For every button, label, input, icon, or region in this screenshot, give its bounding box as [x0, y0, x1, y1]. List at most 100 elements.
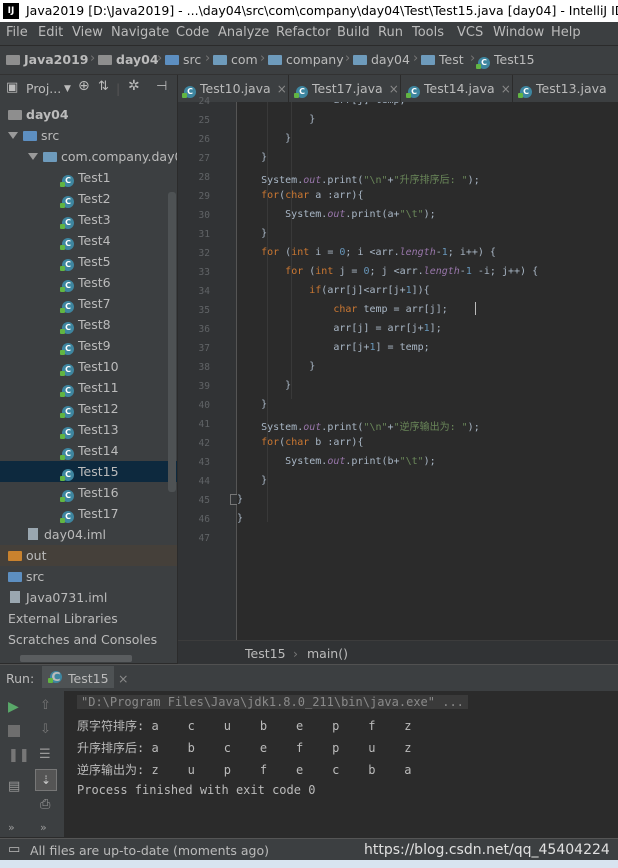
class-icon: C — [60, 259, 74, 271]
vertical-scrollbar[interactable] — [168, 192, 176, 492]
menu-vcs[interactable]: VCS — [457, 25, 483, 40]
tree-item-package[interactable]: com.company.day04 — [0, 146, 177, 167]
tree-item-class[interactable]: C Test11 — [0, 377, 177, 398]
nav-crumb-class[interactable]: C Test15 — [476, 52, 535, 69]
menu-code[interactable]: Code — [176, 25, 209, 40]
pause-icon[interactable]: ❚❚ — [8, 748, 30, 763]
tree-item-class[interactable]: C Test10 — [0, 356, 177, 377]
more-icon[interactable]: » — [8, 821, 22, 835]
nav-crumb-company[interactable]: company — [268, 52, 344, 67]
close-icon[interactable]: × — [389, 82, 399, 96]
tree-item-class[interactable]: C Test9 — [0, 335, 177, 356]
os-taskbar — [0, 860, 618, 868]
horizontal-scrollbar[interactable] — [20, 655, 132, 662]
code-line: } — [237, 380, 292, 391]
close-icon[interactable]: × — [277, 82, 287, 96]
tree-item-class[interactable]: C Test1 — [0, 167, 177, 188]
tree-item-external-libraries[interactable]: External Libraries — [0, 608, 177, 629]
rerun-icon[interactable]: ▶ — [8, 699, 22, 715]
menu-navigate[interactable]: Navigate — [111, 25, 169, 40]
code-line: } — [237, 475, 268, 486]
module-folder-icon — [8, 110, 22, 120]
nav-crumb-src[interactable]: src — [165, 52, 201, 67]
stop-icon[interactable] — [8, 725, 20, 737]
tree-item-class[interactable]: C Test2 — [0, 188, 177, 209]
tab-test17[interactable]: C Test17.java × — [290, 75, 401, 102]
tree-item-class[interactable]: C Test7 — [0, 293, 177, 314]
code-line: System.out.print("\n"+"逆序输出为: "); — [237, 422, 480, 433]
gear-icon[interactable]: ✲ — [128, 78, 140, 94]
menu-build[interactable]: Build — [337, 25, 370, 40]
tree-item-src[interactable]: src — [0, 125, 177, 146]
hide-panel-icon[interactable]: ⊣ — [156, 79, 167, 94]
code-line: } — [237, 399, 268, 410]
tree-item-src-root[interactable]: src — [0, 566, 177, 587]
nav-crumb-project[interactable]: Java2019 — [6, 52, 88, 67]
menu-refactor[interactable]: Refactor — [276, 25, 331, 40]
toggle-tool-windows-icon[interactable]: ▭ — [8, 842, 20, 857]
project-view-selector[interactable]: Proj... — [26, 81, 61, 96]
console-output[interactable]: "D:\Program Files\Java\jdk1.8.0_211\bin\… — [64, 691, 618, 837]
code-line: } — [237, 133, 292, 144]
tree-item-class-selected[interactable]: C Test15 — [0, 461, 177, 482]
nav-crumb-module[interactable]: day04 — [98, 52, 159, 67]
menu-tools[interactable]: Tools — [412, 25, 444, 40]
chevron-down-icon[interactable]: ▼ — [64, 84, 71, 94]
chevron-down-icon[interactable] — [28, 153, 38, 160]
tree-item-day04[interactable]: day04 — [0, 104, 177, 125]
menu-window[interactable]: Window — [493, 25, 544, 40]
menu-help[interactable]: Help — [551, 25, 581, 40]
tree-item-project-iml[interactable]: Java0731.iml — [0, 587, 177, 608]
locate-icon[interactable]: ⊕ — [78, 78, 90, 94]
tree-item-class[interactable]: C Test13 — [0, 419, 177, 440]
soft-wrap-icon[interactable]: ☰ — [39, 747, 53, 762]
editor-breadcrumb: Test15 › main() — [178, 640, 618, 665]
scroll-to-end-icon[interactable]: ⇣ — [35, 769, 57, 791]
tree-item-class[interactable]: C Test12 — [0, 398, 177, 419]
tab-test13[interactable]: C Test13.java — [514, 75, 618, 102]
nav-crumb-com[interactable]: com — [213, 52, 258, 67]
more-icon[interactable]: » — [40, 821, 54, 835]
divider: | — [116, 81, 121, 96]
tree-item-class[interactable]: C Test17 — [0, 503, 177, 524]
tree-item-class[interactable]: C Test14 — [0, 440, 177, 461]
run-panel-header: Run: C Test15 × — [0, 664, 618, 692]
chevron-down-icon[interactable] — [8, 132, 18, 139]
tree-item-class[interactable]: C Test16 — [0, 482, 177, 503]
menu-analyze[interactable]: Analyze — [218, 25, 269, 40]
arrow-up-icon[interactable]: ⇧ — [40, 698, 54, 713]
line-number: 47 — [198, 533, 210, 544]
tree-item-class[interactable]: C Test3 — [0, 209, 177, 230]
nav-crumb-day04[interactable]: day04 — [353, 52, 410, 67]
arrow-down-icon[interactable]: ⇩ — [40, 722, 54, 737]
code-editor[interactable]: arr[j]=temp; } } } System.out.print("\n"… — [237, 102, 618, 640]
navigation-bar: Java2019 › day04 › src › com › company ›… — [0, 46, 618, 75]
menu-file[interactable]: File — [6, 25, 28, 40]
tree-item-class[interactable]: C Test8 — [0, 314, 177, 335]
tree-item-class[interactable]: C Test6 — [0, 272, 177, 293]
code-line: arr[j]=temp; — [237, 102, 405, 106]
breadcrumb-method[interactable]: main() — [307, 646, 348, 661]
close-icon[interactable]: × — [118, 671, 128, 686]
menu-edit[interactable]: Edit — [38, 25, 63, 40]
tab-test14[interactable]: C Test14.java × — [402, 75, 513, 102]
breadcrumb-class[interactable]: Test15 — [245, 646, 286, 661]
menu-bar: File Edit View Navigate Code Analyze Ref… — [0, 22, 618, 46]
class-icon: C — [60, 343, 74, 355]
layout-icon[interactable]: ▤ — [8, 779, 22, 794]
tree-item-class[interactable]: C Test4 — [0, 230, 177, 251]
tree-item-iml[interactable]: day04.iml — [0, 524, 177, 545]
watermark: https://blog.csdn.net/qq_45404224 — [364, 842, 610, 858]
line-number: 43 — [198, 457, 210, 468]
menu-run[interactable]: Run — [378, 25, 403, 40]
print-icon[interactable]: ⎙ — [40, 797, 54, 812]
tree-item-scratches[interactable]: Scratches and Consoles — [0, 629, 177, 650]
menu-view[interactable]: View — [72, 25, 103, 40]
close-icon[interactable]: × — [501, 82, 511, 96]
line-number: 46 — [198, 514, 210, 525]
tree-item-class[interactable]: C Test5 — [0, 251, 177, 272]
tree-item-out[interactable]: out — [0, 545, 177, 566]
nav-crumb-test[interactable]: Test — [421, 52, 464, 67]
run-tab-test15[interactable]: Test15 — [68, 671, 109, 686]
collapse-all-icon[interactable]: ⇅ — [98, 79, 109, 94]
